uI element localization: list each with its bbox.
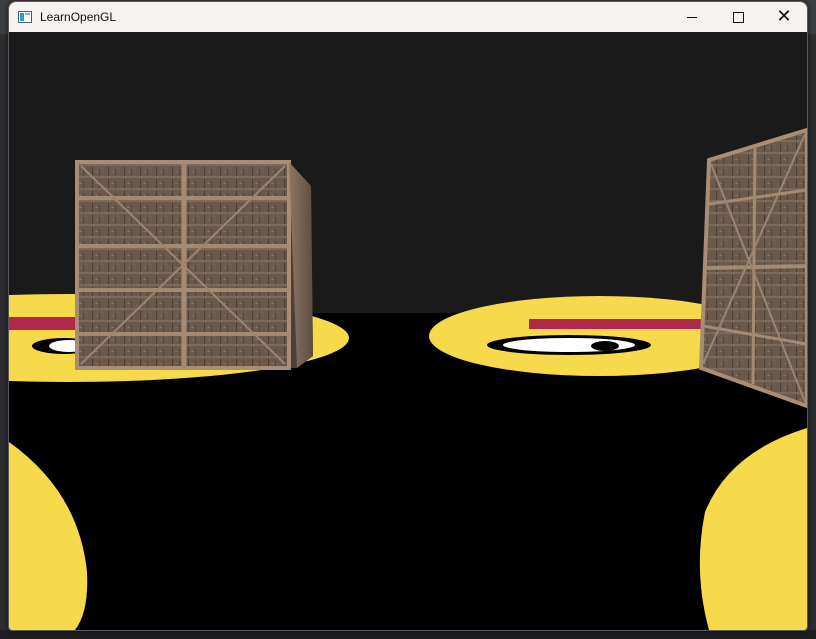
app-window-icon: [18, 11, 32, 23]
learnopengl-window[interactable]: LearnOpenGL ✕: [8, 1, 808, 631]
minimize-button[interactable]: [669, 2, 715, 32]
close-button[interactable]: ✕: [761, 2, 807, 32]
background-ide-statusbar: [0, 630, 816, 639]
maximize-icon: [732, 11, 744, 23]
window-titlebar[interactable]: LearnOpenGL ✕: [9, 2, 807, 33]
minimize-icon: [687, 16, 697, 18]
background-ide-edge-right: [808, 34, 816, 639]
maximize-button[interactable]: [715, 2, 761, 32]
close-icon: ✕: [776, 6, 792, 27]
window-controls: ✕: [669, 2, 807, 32]
rendered-3d-scene: [9, 32, 807, 630]
window-title: LearnOpenGL: [40, 10, 117, 24]
background-ide-edge-left: [0, 34, 8, 639]
wooden-crate-right: [698, 127, 807, 409]
wooden-crate-left: [75, 160, 313, 370]
opengl-render-viewport[interactable]: [9, 32, 807, 630]
